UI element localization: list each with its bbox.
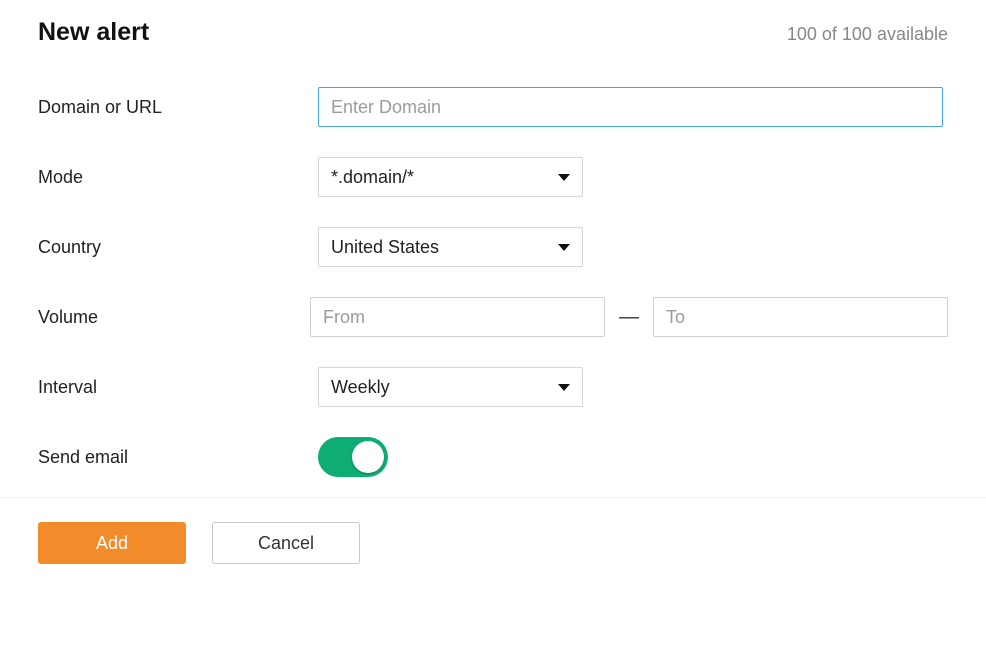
send-email-label: Send email [38, 447, 318, 468]
interval-label: Interval [38, 377, 318, 398]
toggle-knob-icon [352, 441, 384, 473]
send-email-toggle[interactable] [318, 437, 388, 477]
mode-selected-value: *.domain/* [331, 167, 414, 188]
country-selected-value: United States [331, 237, 439, 258]
domain-input[interactable] [318, 87, 943, 127]
volume-to-input[interactable] [653, 297, 948, 337]
country-select[interactable]: United States [318, 227, 583, 267]
cancel-button[interactable]: Cancel [212, 522, 360, 564]
interval-select[interactable]: Weekly [318, 367, 583, 407]
chevron-down-icon [558, 384, 570, 391]
volume-range-dash: — [619, 306, 639, 329]
chevron-down-icon [558, 174, 570, 181]
chevron-down-icon [558, 244, 570, 251]
availability-text: 100 of 100 available [787, 24, 948, 45]
volume-from-input[interactable] [310, 297, 605, 337]
page-title: New alert [38, 18, 149, 47]
domain-label: Domain or URL [38, 97, 318, 118]
add-button[interactable]: Add [38, 522, 186, 564]
mode-label: Mode [38, 167, 318, 188]
mode-select[interactable]: *.domain/* [318, 157, 583, 197]
interval-selected-value: Weekly [331, 377, 390, 398]
volume-label: Volume [38, 307, 310, 328]
country-label: Country [38, 237, 318, 258]
